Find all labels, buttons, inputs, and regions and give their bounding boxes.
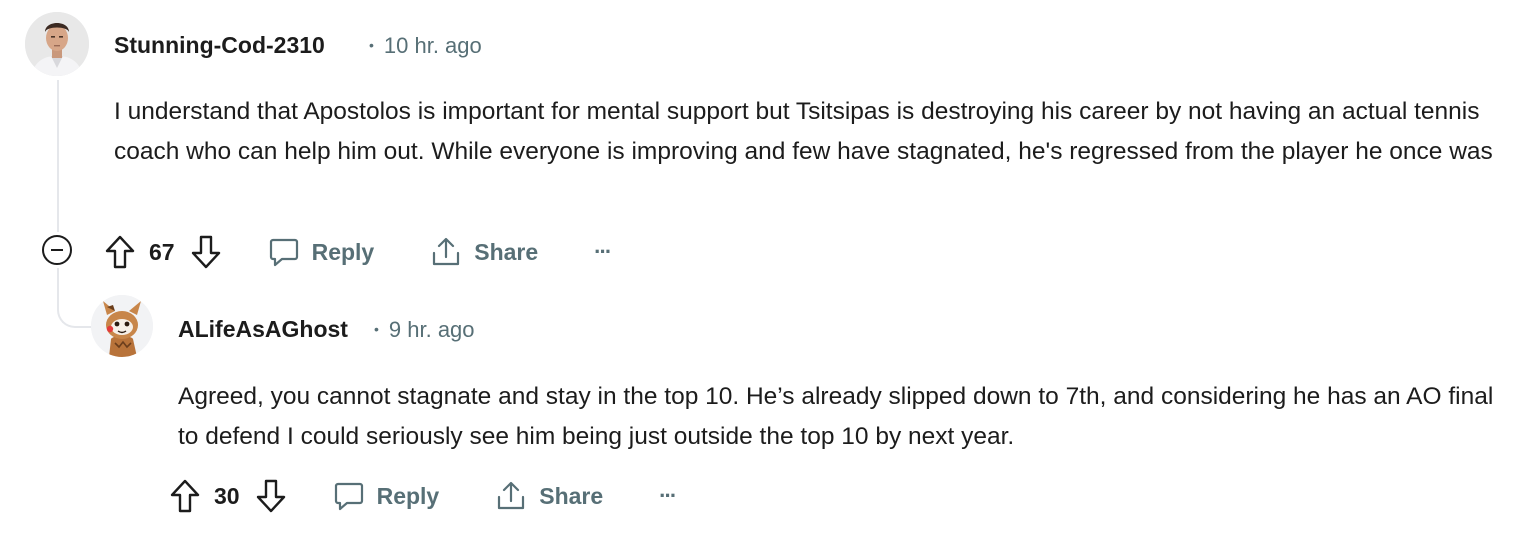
share-label: Share [539,482,604,509]
avatar[interactable] [25,12,89,76]
share-button[interactable]: Share [430,236,538,268]
comment-username[interactable]: ALifeAsAGhost [178,316,348,343]
reply-label: Reply [311,238,375,265]
snoo-avatar-icon [91,295,153,357]
vote-score: 30 [214,482,240,509]
meta-separator: • [374,321,379,338]
thread-branch-line [57,268,93,328]
comment-action-row: 30 Reply Share ··· [170,473,677,519]
more-options-button[interactable]: ··· [594,239,612,265]
avatar[interactable] [91,295,153,357]
reply-button[interactable]: Reply [268,236,375,268]
upvote-button[interactable] [105,235,135,269]
comment-username[interactable]: Stunning-Cod-2310 [114,32,325,59]
downvote-button[interactable] [256,479,286,513]
reply-label: Reply [376,482,440,509]
upvote-arrow-icon [170,479,200,513]
vote-group: 30 [170,479,286,513]
comment-timestamp: • 10 hr. ago [369,33,482,59]
upvote-arrow-icon [105,235,135,269]
comment-bubble-icon [269,238,298,267]
share-upload-icon [498,481,525,510]
collapse-minus-icon [51,249,63,251]
comment-timestamp: • 9 hr. ago [374,317,475,343]
share-upload-icon [433,237,460,266]
more-dots-icon: ··· [659,483,677,508]
downvote-arrow-icon [191,235,220,269]
vote-group: 67 [105,235,221,269]
reply-button[interactable]: Reply [333,480,440,512]
share-label: Share [474,238,539,265]
comment-time-text[interactable]: 10 hr. ago [384,33,482,58]
collapse-thread-button[interactable] [42,235,72,265]
downvote-arrow-icon [256,479,285,513]
upvote-button[interactable] [170,479,200,513]
vote-score: 67 [149,238,175,265]
meta-separator: • [369,37,374,54]
share-button[interactable]: Share [495,480,603,512]
downvote-button[interactable] [191,235,221,269]
thread-line[interactable] [57,80,59,232]
comment-bubble-icon [334,482,363,511]
comment-action-row: 67 Reply Share ··· [105,229,612,275]
more-options-button[interactable]: ··· [659,483,677,509]
user-photo-icon [25,12,89,76]
comment-body: I understand that Apostolos is important… [114,98,1493,165]
comment-time-text[interactable]: 9 hr. ago [389,317,475,342]
more-dots-icon: ··· [594,239,612,264]
comment-body: Agreed, you cannot stagnate and stay in … [178,383,1494,450]
